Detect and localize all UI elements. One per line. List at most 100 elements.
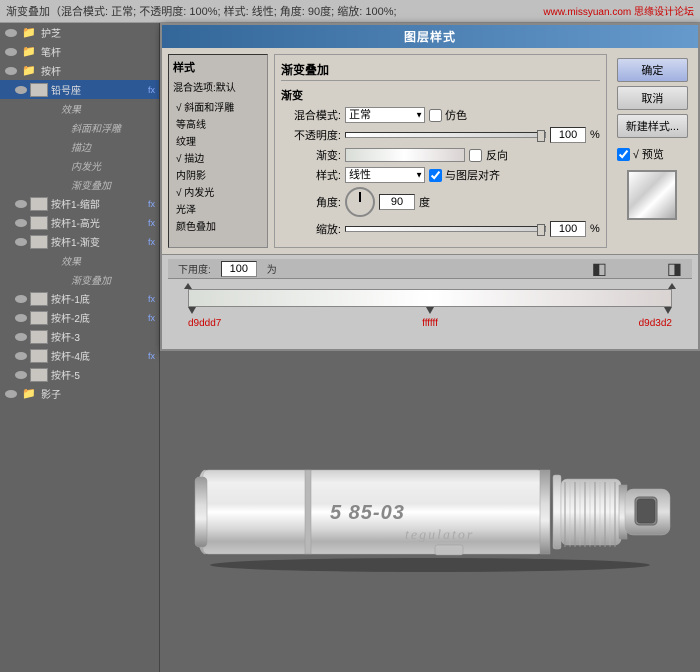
new-style-button[interactable]: 新建样式...	[617, 114, 688, 138]
layer-item-layer-gradient[interactable]: 渐变叠加	[0, 175, 159, 194]
layer-thumb-layer-bevel	[50, 121, 68, 135]
style-item-[interactable]: 纹理	[173, 132, 263, 149]
layer-visibility-layer-ankan3[interactable]	[14, 330, 28, 344]
layer-name-layer-ankan1b: 按杆1-高光	[51, 215, 146, 230]
fake-color-checkbox[interactable]	[429, 109, 442, 122]
style-label: 样式:	[281, 167, 341, 183]
layer-item-layer-ankan4[interactable]: 按杆-4底fx	[0, 346, 159, 365]
layer-thumb-layer-ankan5	[30, 368, 48, 382]
color-stop-center-marker[interactable]	[426, 307, 434, 314]
layer-item-layer-ankan1d[interactable]: 按杆-1底fx	[0, 289, 159, 308]
style-item-[interactable]: 光泽	[173, 200, 263, 217]
angle-dial[interactable]	[345, 187, 375, 217]
style-item-[interactable]: √ 描边	[173, 149, 263, 166]
layer-visibility-layer-gradient[interactable]	[34, 178, 48, 192]
layer-visibility-layer-effects2[interactable]	[24, 254, 38, 268]
preview-checkbox-item[interactable]: √ 预览	[617, 146, 688, 162]
layer-visibility-layer-bevel[interactable]	[34, 121, 48, 135]
color-stop-right-marker[interactable]	[664, 307, 672, 314]
layer-visibility-layer-huzhi[interactable]	[4, 26, 18, 40]
svg-text:5 85-03: 5 85-03	[330, 502, 405, 524]
layer-item-layer-innerglow[interactable]: 内发光	[0, 156, 159, 175]
ruler-text: 下用度:	[178, 261, 211, 276]
layer-visibility-layer-ankan1d[interactable]	[14, 292, 28, 306]
layer-visibility-layer-ankan2[interactable]	[14, 311, 28, 325]
ok-button[interactable]: 确定	[617, 58, 688, 82]
layer-visibility-layer-ankan1b[interactable]	[14, 216, 28, 230]
layer-thumb-layer-ankan1c	[30, 235, 48, 249]
opacity-slider-thumb[interactable]	[537, 130, 545, 142]
style-item-[interactable]: 内阴影	[173, 166, 263, 183]
layer-item-layer-biaohao[interactable]: 铅号座fx	[0, 80, 159, 99]
layer-item-layer-effects[interactable]: 效果	[0, 99, 159, 118]
style-item-[interactable]: √ 斜面和浮雕	[173, 98, 263, 115]
opacity-slider[interactable]	[345, 132, 546, 138]
gradient-bar[interactable]	[188, 289, 672, 307]
layer-visibility-layer-stroke[interactable]	[34, 140, 48, 154]
layer-thumb-layer-anzhi: 📁	[20, 64, 38, 78]
style-item-[interactable]: √ 内发光	[173, 183, 263, 200]
layer-item-layer-huzhi[interactable]: 📁护芝	[0, 23, 159, 42]
layer-name-layer-ankan2: 按杆-2底	[51, 310, 146, 325]
layer-visibility-layer-innerglow[interactable]	[34, 159, 48, 173]
blend-mode-select[interactable]: 正常	[345, 107, 425, 123]
layer-item-layer-gradient2[interactable]: 渐变叠加	[0, 270, 159, 289]
blend-mode-select-wrapper[interactable]: 正常	[345, 107, 425, 123]
layer-name-layer-effects2: 效果	[61, 253, 155, 268]
layer-item-layer-ankan5[interactable]: 按杆-5	[0, 365, 159, 384]
scale-input[interactable]	[550, 221, 586, 237]
layer-name-layer-ankan3: 按杆-3	[51, 329, 155, 344]
opacity-stop-right-marker[interactable]	[668, 283, 676, 289]
color-stop-left-marker[interactable]	[188, 307, 196, 314]
layer-visibility-layer-anzhi[interactable]	[4, 64, 18, 78]
layer-visibility-layer-shadow[interactable]	[4, 387, 18, 401]
layer-item-layer-ganzhi[interactable]: 📁笔杆	[0, 42, 159, 61]
opacity-input[interactable]	[550, 127, 586, 143]
align-layer-checkbox-item[interactable]: 与图层对齐	[429, 167, 500, 183]
layer-item-layer-stroke[interactable]: 描边	[0, 137, 159, 156]
style-select-wrapper[interactable]: 线性	[345, 167, 425, 183]
layer-visibility-layer-ankan1c[interactable]	[14, 235, 28, 249]
preview-checkbox[interactable]	[617, 148, 630, 161]
cancel-button[interactable]: 取消	[617, 86, 688, 110]
layer-item-layer-anzhi[interactable]: 📁按杆	[0, 61, 159, 80]
style-item-[interactable]: 颜色叠加	[173, 217, 263, 234]
section-title: 渐变叠加	[281, 61, 600, 81]
opacity-stop-left-marker[interactable]	[184, 283, 192, 289]
layer-item-layer-ankan2[interactable]: 按杆-2底fx	[0, 308, 159, 327]
opacity-percent: %	[590, 129, 600, 141]
layer-visibility-layer-ankan4[interactable]	[14, 349, 28, 363]
angle-input[interactable]	[379, 194, 415, 210]
layer-visibility-layer-ankan5[interactable]	[14, 368, 28, 382]
scale-slider-thumb[interactable]	[537, 224, 545, 236]
layer-item-layer-ankan3[interactable]: 按杆-3	[0, 327, 159, 346]
layer-item-layer-ankan1[interactable]: 按杆1-缩部fx	[0, 194, 159, 213]
layer-item-layer-bevel[interactable]: 斜面和浮雕	[0, 118, 159, 137]
ruler-input[interactable]	[221, 261, 257, 277]
angle-label: 角度:	[281, 194, 341, 210]
layer-visibility-layer-ganzhi[interactable]	[4, 45, 18, 59]
reverse-checkbox[interactable]	[469, 149, 482, 162]
layer-item-layer-shadow[interactable]: 📁影子	[0, 384, 159, 403]
layer-thumb-layer-ankan4	[30, 349, 48, 363]
dialog-buttons-pane: 确定 取消 新建样式... √ 预览	[613, 54, 692, 248]
gradient-preview[interactable]	[345, 148, 465, 162]
stop-right-icon[interactable]: ◨	[667, 259, 682, 279]
style-item-[interactable]: 等高线	[173, 115, 263, 132]
layer-item-layer-effects2[interactable]: 效果	[0, 251, 159, 270]
fake-color-checkbox-item[interactable]: 仿色	[429, 107, 467, 123]
layer-item-layer-ankan1c[interactable]: 按杆1-渐变fx	[0, 232, 159, 251]
stop-left-icon[interactable]: ◧	[592, 259, 607, 279]
style-select[interactable]: 线性	[345, 167, 425, 183]
layer-visibility-layer-effects[interactable]	[24, 102, 38, 116]
layer-visibility-layer-gradient2[interactable]	[34, 273, 48, 287]
layer-visibility-layer-biaohao[interactable]	[14, 83, 28, 97]
layer-visibility-layer-ankan1[interactable]	[14, 197, 28, 211]
dialog-titlebar: 图层样式	[162, 25, 698, 48]
align-layer-checkbox[interactable]	[429, 169, 442, 182]
layer-name-layer-ankan1: 按杆1-缩部	[51, 196, 146, 211]
layer-item-layer-ankan1b[interactable]: 按杆1-高光fx	[0, 213, 159, 232]
scale-slider[interactable]	[345, 226, 546, 232]
blending-options-item[interactable]: 混合选项:默认	[173, 79, 263, 94]
layers-panel: 📁护芝📁笔杆📁按杆铅号座fx效果斜面和浮雕描边内发光渐变叠加按杆1-缩部fx按杆…	[0, 23, 160, 672]
